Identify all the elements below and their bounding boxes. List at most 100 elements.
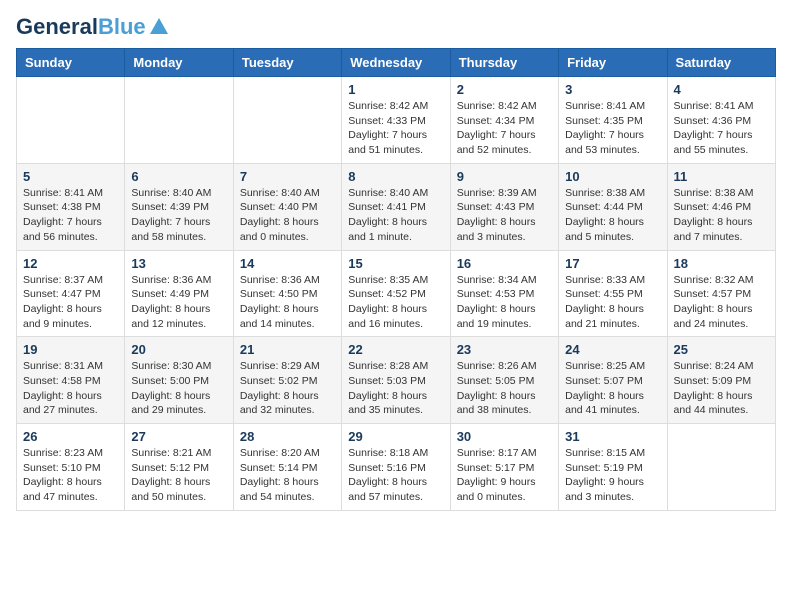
day-cell-24: 24 Sunrise: 8:25 AM Sunset: 5:07 PM Dayli…: [559, 337, 667, 424]
day-cell-1: 1 Sunrise: 8:42 AM Sunset: 4:33 PM Daylig…: [342, 77, 450, 164]
day-number: 6: [131, 169, 226, 184]
day-number: 17: [565, 256, 660, 271]
day-info: Sunrise: 8:31 AM Sunset: 4:58 PM Dayligh…: [23, 359, 118, 418]
day-info: Sunrise: 8:23 AM Sunset: 5:10 PM Dayligh…: [23, 446, 118, 505]
day-number: 13: [131, 256, 226, 271]
day-info: Sunrise: 8:34 AM Sunset: 4:53 PM Dayligh…: [457, 273, 552, 332]
day-cell-30: 30 Sunrise: 8:17 AM Sunset: 5:17 PM Dayli…: [450, 424, 558, 511]
day-cell-4: 4 Sunrise: 8:41 AM Sunset: 4:36 PM Daylig…: [667, 77, 775, 164]
day-number: 16: [457, 256, 552, 271]
day-info: Sunrise: 8:41 AM Sunset: 4:38 PM Dayligh…: [23, 186, 118, 245]
logo-icon: [148, 16, 170, 38]
empty-cell: [667, 424, 775, 511]
day-number: 5: [23, 169, 118, 184]
day-header-thursday: Thursday: [450, 49, 558, 77]
logo-text: GeneralBlue: [16, 16, 146, 38]
day-header-wednesday: Wednesday: [342, 49, 450, 77]
logo-blue: Blue: [98, 14, 146, 39]
day-info: Sunrise: 8:40 AM Sunset: 4:41 PM Dayligh…: [348, 186, 443, 245]
logo: GeneralBlue: [16, 16, 170, 38]
day-cell-31: 31 Sunrise: 8:15 AM Sunset: 5:19 PM Dayli…: [559, 424, 667, 511]
empty-cell: [17, 77, 125, 164]
day-info: Sunrise: 8:32 AM Sunset: 4:57 PM Dayligh…: [674, 273, 769, 332]
day-cell-29: 29Sunrise: 8:18 AM Sunset: 5:16 PM Dayli…: [342, 424, 450, 511]
day-info: Sunrise: 8:24 AM Sunset: 5:09 PM Dayligh…: [674, 359, 769, 418]
day-cell-5: 5 Sunrise: 8:41 AM Sunset: 4:38 PM Daylig…: [17, 163, 125, 250]
day-cell-19: 19Sunrise: 8:31 AM Sunset: 4:58 PM Dayli…: [17, 337, 125, 424]
day-info: Sunrise: 8:39 AM Sunset: 4:43 PM Dayligh…: [457, 186, 552, 245]
day-info: Sunrise: 8:18 AM Sunset: 5:16 PM Dayligh…: [348, 446, 443, 505]
day-number: 18: [674, 256, 769, 271]
day-info: Sunrise: 8:17 AM Sunset: 5:17 PM Dayligh…: [457, 446, 552, 505]
day-number: 27: [131, 429, 226, 444]
day-cell-7: 7 Sunrise: 8:40 AM Sunset: 4:40 PM Daylig…: [233, 163, 341, 250]
day-number: 7: [240, 169, 335, 184]
day-info: Sunrise: 8:40 AM Sunset: 4:39 PM Dayligh…: [131, 186, 226, 245]
logo-general: General: [16, 14, 98, 39]
day-number: 22: [348, 342, 443, 357]
day-number: 30: [457, 429, 552, 444]
day-info: Sunrise: 8:41 AM Sunset: 4:36 PM Dayligh…: [674, 99, 769, 158]
day-header-saturday: Saturday: [667, 49, 775, 77]
day-number: 26: [23, 429, 118, 444]
day-cell-6: 6 Sunrise: 8:40 AM Sunset: 4:39 PM Daylig…: [125, 163, 233, 250]
day-number: 14: [240, 256, 335, 271]
day-info: Sunrise: 8:15 AM Sunset: 5:19 PM Dayligh…: [565, 446, 660, 505]
day-info: Sunrise: 8:30 AM Sunset: 5:00 PM Dayligh…: [131, 359, 226, 418]
day-info: Sunrise: 8:38 AM Sunset: 4:44 PM Dayligh…: [565, 186, 660, 245]
day-number: 1: [348, 82, 443, 97]
day-info: Sunrise: 8:42 AM Sunset: 4:33 PM Dayligh…: [348, 99, 443, 158]
day-number: 15: [348, 256, 443, 271]
day-header-sunday: Sunday: [17, 49, 125, 77]
day-cell-15: 15 Sunrise: 8:35 AM Sunset: 4:52 PM Dayli…: [342, 250, 450, 337]
day-info: Sunrise: 8:36 AM Sunset: 4:50 PM Dayligh…: [240, 273, 335, 332]
day-cell-2: 2 Sunrise: 8:42 AM Sunset: 4:34 PM Daylig…: [450, 77, 558, 164]
day-number: 10: [565, 169, 660, 184]
day-header-monday: Monday: [125, 49, 233, 77]
day-info: Sunrise: 8:40 AM Sunset: 4:40 PM Dayligh…: [240, 186, 335, 245]
day-number: 9: [457, 169, 552, 184]
day-info: Sunrise: 8:33 AM Sunset: 4:55 PM Dayligh…: [565, 273, 660, 332]
day-number: 8: [348, 169, 443, 184]
day-cell-28: 28Sunrise: 8:20 AM Sunset: 5:14 PM Dayli…: [233, 424, 341, 511]
calendar-table: SundayMondayTuesdayWednesdayThursdayFrid…: [16, 48, 776, 511]
day-info: Sunrise: 8:41 AM Sunset: 4:35 PM Dayligh…: [565, 99, 660, 158]
day-cell-13: 13 Sunrise: 8:36 AM Sunset: 4:49 PM Dayli…: [125, 250, 233, 337]
day-number: 20: [131, 342, 226, 357]
day-info: Sunrise: 8:28 AM Sunset: 5:03 PM Dayligh…: [348, 359, 443, 418]
day-number: 21: [240, 342, 335, 357]
day-info: Sunrise: 8:38 AM Sunset: 4:46 PM Dayligh…: [674, 186, 769, 245]
day-number: 3: [565, 82, 660, 97]
week-row-5: 26 Sunrise: 8:23 AM Sunset: 5:10 PM Dayli…: [17, 424, 776, 511]
day-cell-14: 14 Sunrise: 8:36 AM Sunset: 4:50 PM Dayli…: [233, 250, 341, 337]
day-info: Sunrise: 8:42 AM Sunset: 4:34 PM Dayligh…: [457, 99, 552, 158]
day-info: Sunrise: 8:25 AM Sunset: 5:07 PM Dayligh…: [565, 359, 660, 418]
day-info: Sunrise: 8:35 AM Sunset: 4:52 PM Dayligh…: [348, 273, 443, 332]
day-cell-10: 10 Sunrise: 8:38 AM Sunset: 4:44 PM Dayli…: [559, 163, 667, 250]
week-row-1: 1 Sunrise: 8:42 AM Sunset: 4:33 PM Daylig…: [17, 77, 776, 164]
day-cell-18: 18 Sunrise: 8:32 AM Sunset: 4:57 PM Dayli…: [667, 250, 775, 337]
day-number: 31: [565, 429, 660, 444]
day-cell-23: 23 Sunrise: 8:26 AM Sunset: 5:05 PM Dayli…: [450, 337, 558, 424]
day-number: 23: [457, 342, 552, 357]
week-row-2: 5 Sunrise: 8:41 AM Sunset: 4:38 PM Daylig…: [17, 163, 776, 250]
day-info: Sunrise: 8:29 AM Sunset: 5:02 PM Dayligh…: [240, 359, 335, 418]
day-info: Sunrise: 8:36 AM Sunset: 4:49 PM Dayligh…: [131, 273, 226, 332]
week-row-4: 19Sunrise: 8:31 AM Sunset: 4:58 PM Dayli…: [17, 337, 776, 424]
day-number: 24: [565, 342, 660, 357]
day-cell-25: 25Sunrise: 8:24 AM Sunset: 5:09 PM Dayli…: [667, 337, 775, 424]
day-number: 28: [240, 429, 335, 444]
day-header-tuesday: Tuesday: [233, 49, 341, 77]
day-cell-17: 17 Sunrise: 8:33 AM Sunset: 4:55 PM Dayli…: [559, 250, 667, 337]
day-number: 12: [23, 256, 118, 271]
day-info: Sunrise: 8:26 AM Sunset: 5:05 PM Dayligh…: [457, 359, 552, 418]
day-cell-26: 26 Sunrise: 8:23 AM Sunset: 5:10 PM Dayli…: [17, 424, 125, 511]
day-number: 11: [674, 169, 769, 184]
day-cell-22: 22 Sunrise: 8:28 AM Sunset: 5:03 PM Dayli…: [342, 337, 450, 424]
day-number: 2: [457, 82, 552, 97]
day-cell-8: 8 Sunrise: 8:40 AM Sunset: 4:41 PM Daylig…: [342, 163, 450, 250]
day-number: 4: [674, 82, 769, 97]
day-info: Sunrise: 8:21 AM Sunset: 5:12 PM Dayligh…: [131, 446, 226, 505]
calendar-header-row: SundayMondayTuesdayWednesdayThursdayFrid…: [17, 49, 776, 77]
day-cell-3: 3 Sunrise: 8:41 AM Sunset: 4:35 PM Daylig…: [559, 77, 667, 164]
